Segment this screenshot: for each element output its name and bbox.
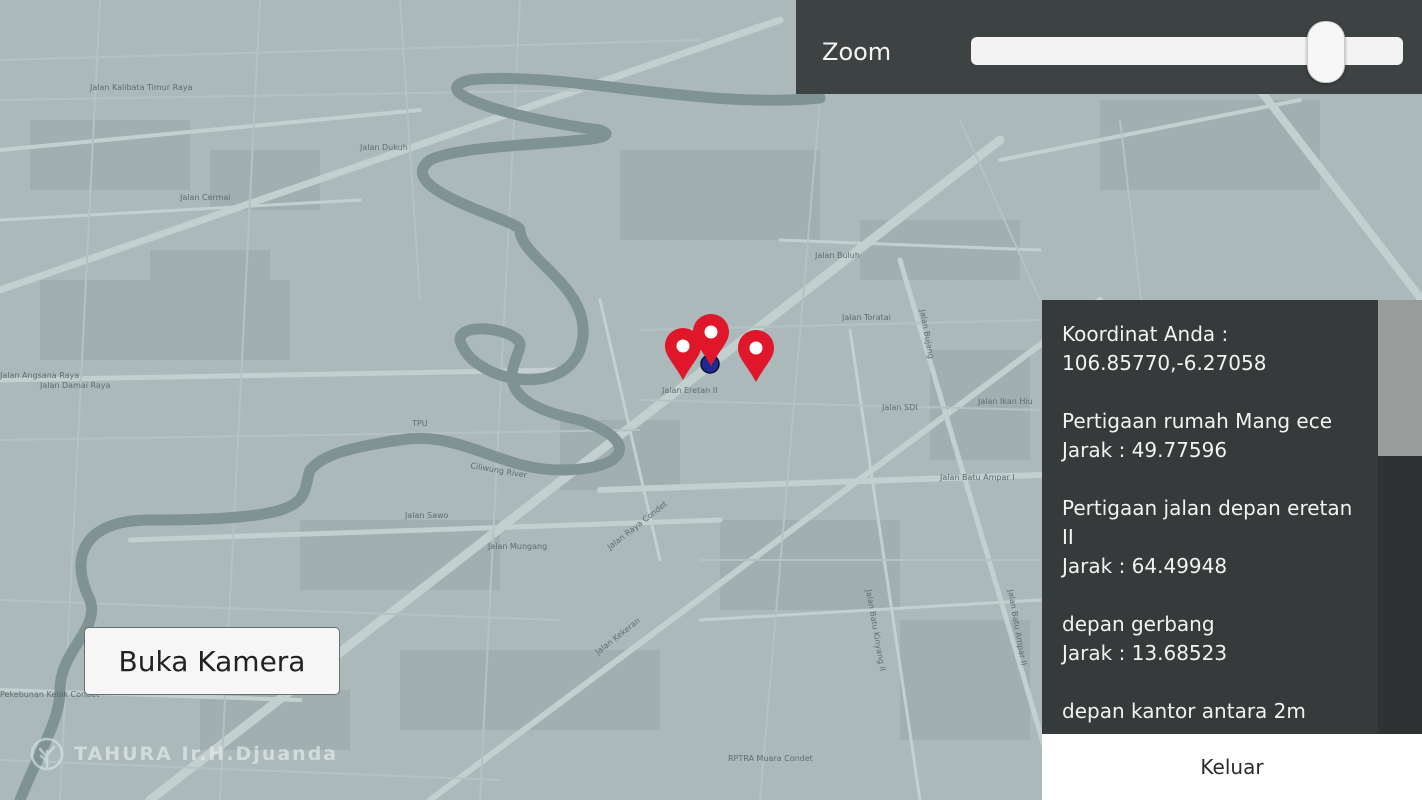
zoom-slider[interactable] [971, 21, 1403, 83]
map-street-label: Jalan Dukuh [359, 143, 408, 152]
zoom-panel: Zoom [796, 0, 1422, 94]
map-street-label: Jalan Mungang [487, 542, 547, 551]
map-street-label: Jalan Ikan Hiu [977, 397, 1033, 406]
location-info-text: Koordinat Anda : 106.85770,-6.27058 Pert… [1062, 322, 1353, 723]
open-camera-button[interactable]: Buka Kamera [84, 627, 340, 695]
map-street-label: Jalan Kalibata Timur Raya [89, 83, 193, 92]
map-street-label: RPTRA Muara Condet [728, 754, 813, 763]
info-scrollbar-thumb[interactable] [1378, 300, 1422, 456]
map-street-label: Jalan Eretan II [661, 386, 717, 395]
info-scrollbar[interactable] [1378, 300, 1422, 734]
map-street-label: Jalan Cermai [179, 193, 231, 202]
map-street-label: Jalan Angsana Raya [0, 371, 79, 380]
zoom-label: Zoom [822, 38, 892, 66]
zoom-slider-thumb[interactable] [1307, 21, 1346, 83]
map-street-label: Jalan Sawo [404, 511, 449, 520]
watermark-text: TAHURA Ir.H.Djuanda [74, 743, 339, 765]
map-street-label: Jalan Damai Raya [39, 381, 111, 390]
map-street-label: TPU [411, 419, 428, 428]
map-street-label: Jalan Batu Ampar I [939, 473, 1015, 482]
map-street-label: Jalan Toratai [841, 313, 891, 322]
tahura-logo-icon [30, 737, 64, 771]
location-info-panel[interactable]: Koordinat Anda : 106.85770,-6.27058 Pert… [1042, 300, 1422, 734]
map-street-label: Jalan SDI [881, 403, 918, 412]
exit-button[interactable]: Keluar [1042, 734, 1422, 800]
tahura-watermark: TAHURA Ir.H.Djuanda [30, 736, 338, 772]
map-street-label: Jalan Buluh [814, 251, 860, 260]
